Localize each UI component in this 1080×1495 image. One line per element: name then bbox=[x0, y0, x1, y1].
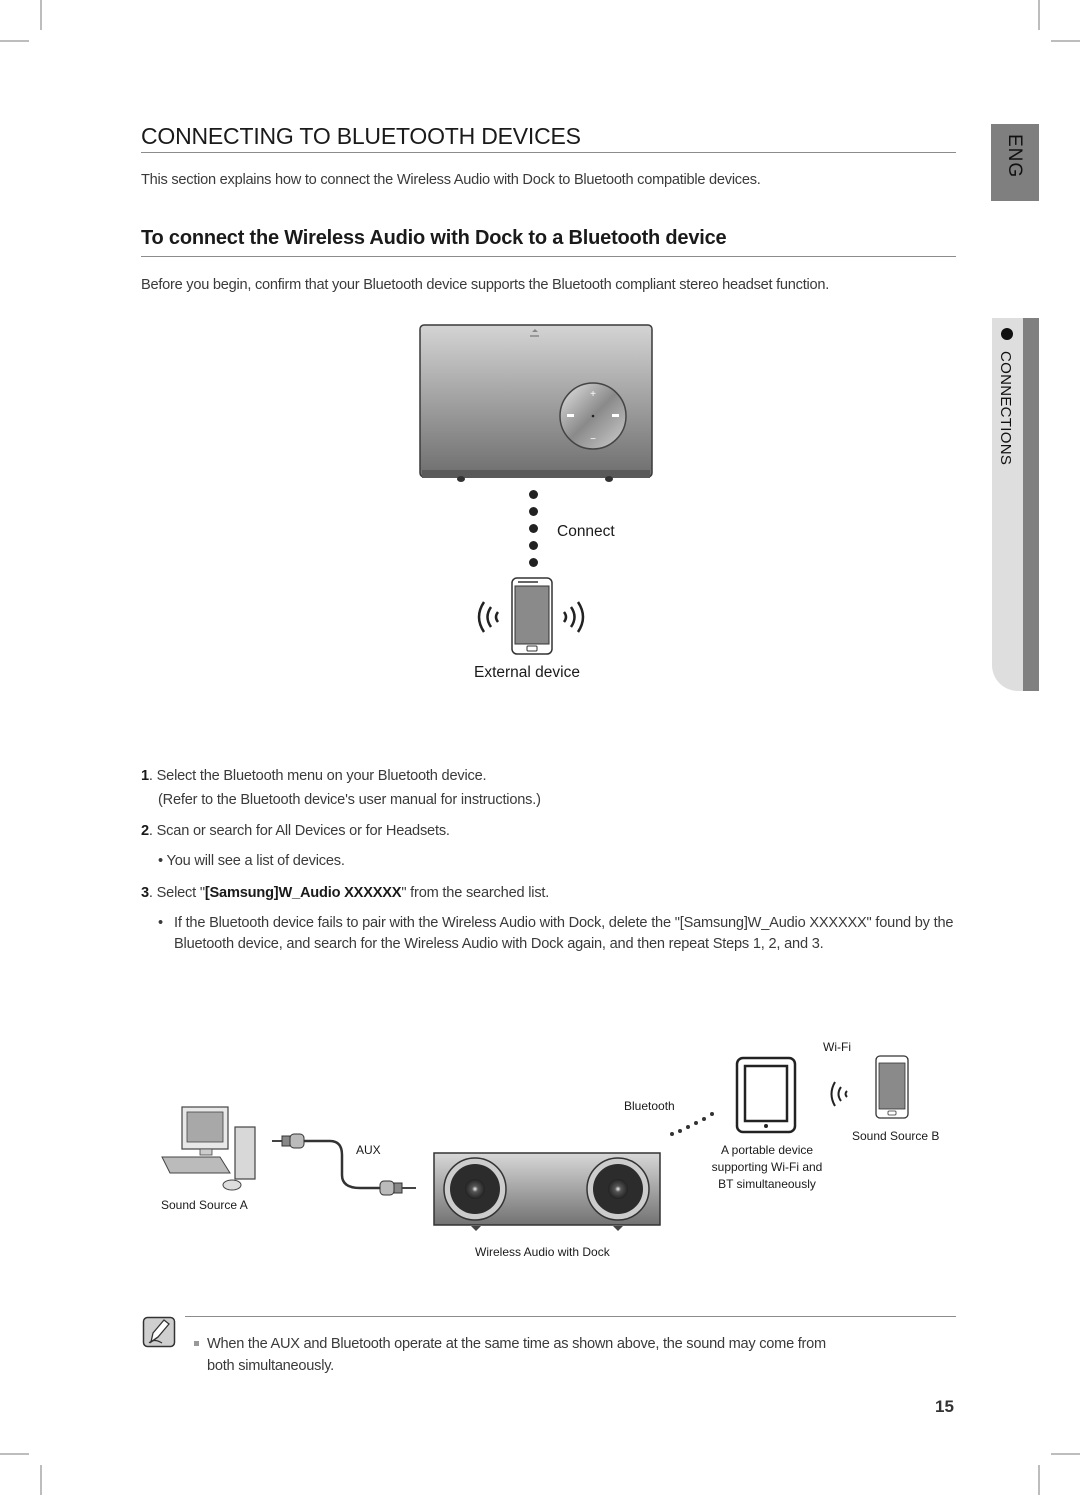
svg-text:+: + bbox=[590, 389, 596, 400]
svg-text:−: − bbox=[590, 434, 596, 445]
section-tab: CONNECTIONS bbox=[992, 318, 1039, 691]
note-pencil-icon bbox=[142, 1316, 176, 1348]
connect-label: Connect bbox=[557, 523, 615, 540]
bluetooth-dots bbox=[670, 1108, 715, 1138]
crop-mark bbox=[40, 1465, 42, 1495]
control-wheel-icon: + − bbox=[559, 382, 627, 450]
section-divider bbox=[141, 256, 956, 257]
step-1: 1. Select the Bluetooth menu on your Blu… bbox=[141, 768, 487, 784]
step-2: 2. Scan or search for All Devices or for… bbox=[141, 823, 450, 839]
crop-mark bbox=[0, 1453, 29, 1455]
crop-mark bbox=[1038, 0, 1040, 30]
title-divider bbox=[141, 152, 956, 153]
bullet-dot-icon bbox=[1001, 328, 1013, 340]
section-tab-label: CONNECTIONS bbox=[997, 351, 1014, 466]
intro-text: This section explains how to connect the… bbox=[141, 172, 761, 188]
wireless-signal-icon bbox=[562, 601, 585, 633]
subintro-text: Before you begin, confirm that your Blue… bbox=[141, 277, 830, 293]
step-3: 3. Select "[Samsung]W_Audio XXXXXX" from… bbox=[141, 885, 550, 901]
section-heading: To connect the Wireless Audio with Dock … bbox=[141, 227, 727, 249]
sound-source-b-label: Sound Source B bbox=[852, 1129, 940, 1143]
external-device-label: External device bbox=[474, 664, 580, 681]
crop-mark bbox=[0, 40, 29, 42]
page-title: CONNECTING TO BLUETOOTH DEVICES bbox=[141, 123, 581, 149]
note-divider bbox=[185, 1316, 956, 1317]
dock-label: Wireless Audio with Dock bbox=[475, 1245, 610, 1259]
wireless-signal-icon bbox=[477, 601, 500, 633]
note-bullet-icon bbox=[194, 1341, 199, 1346]
aux-label: AUX bbox=[356, 1143, 381, 1157]
crop-mark bbox=[1051, 40, 1080, 42]
language-label: ENG bbox=[1004, 134, 1025, 179]
smartphone-icon bbox=[875, 1055, 909, 1119]
page-number: 15 bbox=[935, 1397, 954, 1416]
step-3-bullet: • If the Bluetooth device fails to pair … bbox=[158, 915, 954, 952]
crop-mark bbox=[1051, 1453, 1080, 1455]
tablet-icon bbox=[735, 1056, 797, 1134]
speaker-dock-icon bbox=[433, 1152, 661, 1231]
bluetooth-label: Bluetooth bbox=[624, 1099, 675, 1113]
note-text: When the AUX and Bluetooth operate at th… bbox=[207, 1336, 826, 1374]
speaker-dock-icon: + − bbox=[419, 324, 653, 482]
sound-source-a-label: Sound Source A bbox=[161, 1198, 248, 1212]
language-tab: ENG bbox=[991, 124, 1039, 201]
portable-device-label: A portable device supporting Wi-Fi and B… bbox=[711, 1143, 823, 1191]
wifi-signal-icon bbox=[830, 1081, 848, 1107]
smartphone-icon bbox=[511, 577, 553, 655]
crop-mark bbox=[40, 0, 42, 30]
connection-dots bbox=[529, 490, 539, 570]
step-2-bullet: • You will see a list of devices. bbox=[158, 853, 345, 869]
crop-mark bbox=[1038, 1465, 1040, 1495]
desktop-computer-icon bbox=[161, 1106, 256, 1191]
step-1-note: (Refer to the Bluetooth device's user ma… bbox=[158, 792, 541, 808]
aux-cable-icon bbox=[272, 1133, 416, 1196]
wifi-label: Wi-Fi bbox=[823, 1040, 851, 1054]
